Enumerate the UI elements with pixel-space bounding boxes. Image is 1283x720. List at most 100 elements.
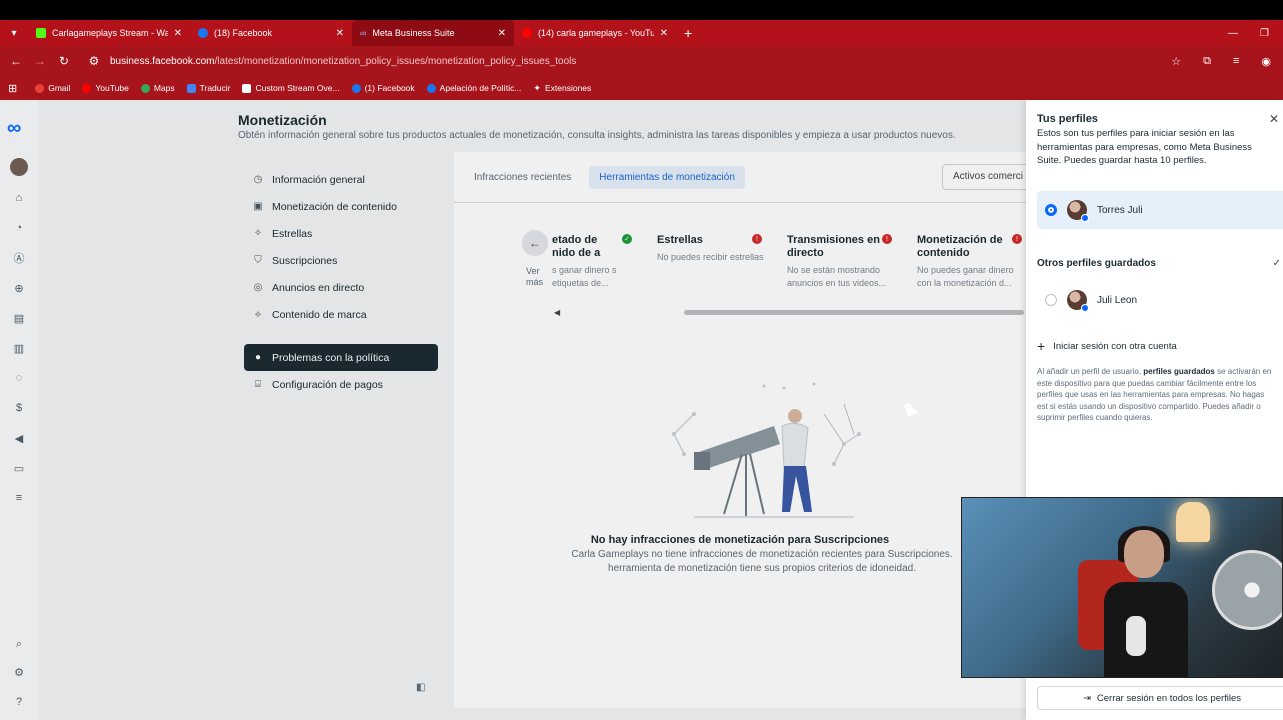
url-path: /latest/monetization/monetization_policy… <box>214 55 577 67</box>
panel-description: Estos son tus perfiles para iniciar sesi… <box>1037 128 1252 166</box>
close-icon[interactable]: ✕ <box>498 28 506 39</box>
logout-icon: ⇥ <box>1082 692 1091 704</box>
add-account-button[interactable]: + Iniciar sesión con otra cuenta <box>1037 338 1177 354</box>
error-icon: ! <box>752 234 762 244</box>
radio-unselected[interactable] <box>1045 294 1057 306</box>
profile-avatar-icon[interactable]: ◉ <box>1261 55 1271 68</box>
bookmark-custom-stream[interactable]: Custom Stream Ove... <box>242 83 340 93</box>
reading-list-icon[interactable]: ≡ <box>1233 55 1239 68</box>
profile-name: Juli Leon <box>1097 294 1138 306</box>
close-icon[interactable]: ✕ <box>336 28 344 39</box>
apps-grid-icon[interactable]: ⊞ <box>8 82 17 95</box>
bookmark-extensiones[interactable]: ✦ Extensiones <box>533 83 591 94</box>
menu-item-subscriptions[interactable]: ⛉ Suscripciones <box>244 247 438 274</box>
meta-favicon-icon: ∞ <box>360 28 367 38</box>
tool-card-branded[interactable]: etado de nido de a s ganar dinero s etiq… <box>552 234 618 290</box>
monetization-icon[interactable]: $ <box>11 400 27 416</box>
window-controls: — ❐ <box>1228 20 1283 46</box>
tool-card-live[interactable]: Transmisiones en directo No se están mos… <box>787 234 887 290</box>
menu-item-branded-content[interactable]: ⟡ Contenido de marca <box>244 301 438 328</box>
bookmark-gmail[interactable]: Gmail <box>35 83 70 93</box>
ads-icon[interactable]: Ⓐ <box>11 250 27 266</box>
content-icon[interactable]: ▤ <box>11 310 27 326</box>
all-tools-icon[interactable]: ≡ <box>11 490 27 506</box>
profile-row-saved[interactable]: Juli Leon <box>1037 281 1283 319</box>
bookmark-star-icon[interactable]: ☆ <box>1171 55 1181 68</box>
carousel-scrollbar[interactable] <box>684 310 1024 315</box>
browser-tab[interactable]: Carlagameplays Stream - Watc ✕ <box>28 20 190 46</box>
browser-tab-active[interactable]: ∞ Meta Business Suite ✕ <box>352 20 514 46</box>
menu-item-live-ads[interactable]: ◎ Anuncios en directo <box>244 274 438 301</box>
tab-title: Carlagameplays Stream - Watc <box>52 28 168 38</box>
handshake-icon: ⟡ <box>254 309 262 320</box>
engagement-icon[interactable]: ◌ <box>11 370 27 386</box>
close-icon[interactable]: ✕ <box>174 28 182 39</box>
tab-monetization-tools[interactable]: Herramientas de monetización <box>589 166 745 189</box>
policy-tools-panel: Infracciones recientes Herramientas de m… <box>454 152 1035 708</box>
close-icon[interactable]: ✕ <box>1269 112 1279 126</box>
new-tab-button[interactable]: + <box>676 20 700 46</box>
menu-item-payment-settings[interactable]: ⌸ Configuración de pagos <box>244 371 438 398</box>
menu-item-label: Configuración de pagos <box>272 378 383 391</box>
carousel-back-button[interactable]: ← <box>522 230 548 256</box>
radio-selected[interactable] <box>1045 204 1057 216</box>
meta-logo-icon[interactable]: ∞ <box>7 117 21 140</box>
settings-icon[interactable]: ⚙ <box>11 664 27 680</box>
bookmark-traducir[interactable]: Traducir <box>186 83 230 93</box>
plus-icon: + <box>1037 338 1046 354</box>
content-tabs: Infracciones recientes Herramientas de m… <box>464 166 745 189</box>
minimize-icon[interactable]: — <box>1228 28 1238 39</box>
billing-icon[interactable]: ▭ <box>11 460 27 476</box>
bookmark-apelacion[interactable]: Apelación de Polític... <box>426 83 522 93</box>
profile-row-current[interactable]: Torres Juli <box>1037 191 1283 229</box>
globe-icon[interactable]: ⊕ <box>11 280 27 296</box>
bookmark-label: Apelación de Polític... <box>439 83 522 93</box>
money-icon: ▣ <box>253 201 263 212</box>
tab-title: (14) carla gameplays - YouTube <box>538 28 654 38</box>
site-info-icon[interactable]: ⚙ <box>82 54 106 68</box>
search-icon[interactable]: ⌕ <box>11 636 27 652</box>
menu-item-stars[interactable]: ✧ Estrellas <box>244 220 438 247</box>
business-assets-dropdown[interactable]: Activos comerci <box>942 164 1035 190</box>
alert-icon: ● <box>254 352 262 363</box>
bookmark-youtube[interactable]: YouTube <box>82 83 129 93</box>
tool-card-content-monetization[interactable]: Monetización de contenido No puedes gana… <box>917 234 1021 290</box>
menu-item-content-monetization[interactable]: ▣ Monetización de contenido <box>244 193 438 220</box>
scroll-left-arrow-icon[interactable]: ◀ <box>554 308 560 317</box>
account-avatar-icon[interactable] <box>10 158 28 176</box>
bookmark-facebook[interactable]: (1) Facebook <box>351 83 415 93</box>
page-subtitle: Obtén información general sobre tus prod… <box>238 130 956 141</box>
reload-icon[interactable]: ↻ <box>52 54 76 68</box>
close-icon[interactable]: ✕ <box>660 28 668 39</box>
browser-tab[interactable]: (14) carla gameplays - YouTube ✕ <box>514 20 676 46</box>
tab-title: Meta Business Suite <box>372 28 455 38</box>
help-icon[interactable]: ? <box>11 694 27 710</box>
see-more-link[interactable]: Ver más <box>526 266 546 288</box>
url-host: business.facebook.com <box>110 55 215 67</box>
back-icon[interactable]: ← <box>4 54 28 68</box>
logout-all-button[interactable]: ⇥ Cerrar sesión en todos los perfiles <box>1037 686 1283 710</box>
browser-tab[interactable]: (18) Facebook ✕ <box>190 20 352 46</box>
menu-item-policy-issues[interactable]: ● Problemas con la política <box>244 344 438 371</box>
edit-icon[interactable]: ✓ <box>1273 258 1281 269</box>
notifications-icon[interactable]: ◔ <box>11 220 27 236</box>
url-field[interactable]: business.facebook.com/latest/monetizatio… <box>110 56 1171 67</box>
os-top-bar <box>0 0 1283 20</box>
menu-item-overview[interactable]: ◷ Información general <box>244 166 438 193</box>
insights-icon[interactable]: ▥ <box>11 340 27 356</box>
card-description: No puedes recibir estrellas <box>657 252 764 262</box>
extensions-icon[interactable]: ⧉ <box>1203 55 1211 68</box>
forward-icon[interactable]: → <box>28 54 52 68</box>
sidebar-toggle-icon[interactable]: ◧ <box>416 682 425 693</box>
restore-icon[interactable]: ❐ <box>1260 28 1269 39</box>
menu-item-label: Información general <box>272 173 365 186</box>
menu-item-label: Contenido de marca <box>272 308 367 321</box>
check-icon: ✓ <box>622 234 632 244</box>
global-nav-rail: ∞ ⌂ ◔ Ⓐ ⊕ ▤ ▥ ◌ $ ◀ ▭ ≡ ⌕ ⚙ ? <box>0 100 38 720</box>
megaphone-icon[interactable]: ◀ <box>11 430 27 446</box>
tab-recent-violations[interactable]: Infracciones recientes <box>464 166 581 189</box>
bookmark-maps[interactable]: Maps <box>140 83 175 93</box>
tab-search-icon[interactable]: ▾ <box>0 20 28 46</box>
live-icon: ◎ <box>253 282 263 293</box>
home-icon[interactable]: ⌂ <box>11 190 27 206</box>
